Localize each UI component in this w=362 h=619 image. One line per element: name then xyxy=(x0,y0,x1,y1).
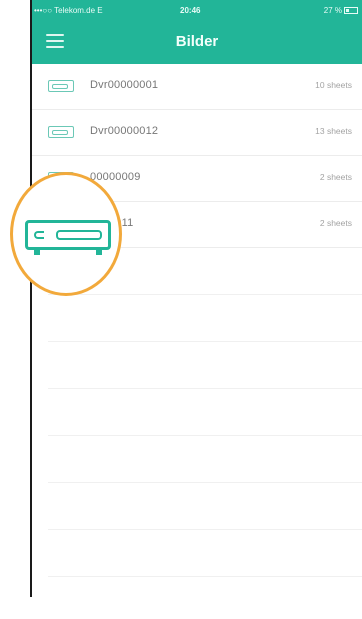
sheet-count: 13 sheets xyxy=(315,126,352,136)
device-name: 00000009 xyxy=(90,171,141,183)
empty-list-area xyxy=(48,248,362,577)
status-bar: •••○○ Telekom.de E 20:46 27 % xyxy=(32,0,362,20)
highlight-circle xyxy=(10,172,122,296)
status-time: 20:46 xyxy=(180,6,201,15)
dvr-device-icon xyxy=(48,80,74,92)
phone-screen: •••○○ Telekom.de E 20:46 27 % Bilder Dvr… xyxy=(0,0,362,619)
dvr-device-icon xyxy=(48,126,74,138)
status-battery: 27 % xyxy=(324,6,358,15)
device-name: Dvr00000001 xyxy=(90,79,159,91)
list-item[interactable]: Dvr00000012 13 sheets xyxy=(32,110,362,156)
page-title: Bilder xyxy=(175,33,219,50)
dvr-device-icon xyxy=(25,220,111,255)
sheet-count: 2 sheets xyxy=(319,172,352,182)
list-item[interactable]: Dvr00000001 10 sheets xyxy=(32,64,362,110)
status-carrier: •••○○ Telekom.de E xyxy=(34,6,103,15)
nav-bar: Bilder xyxy=(32,20,362,64)
app-window: •••○○ Telekom.de E 20:46 27 % Bilder Dvr… xyxy=(32,0,362,597)
sheet-count: 2 sheets xyxy=(319,218,352,228)
device-name: Dvr00000012 xyxy=(90,125,159,137)
battery-icon xyxy=(344,7,358,15)
sheet-count: 10 sheets xyxy=(315,80,352,90)
